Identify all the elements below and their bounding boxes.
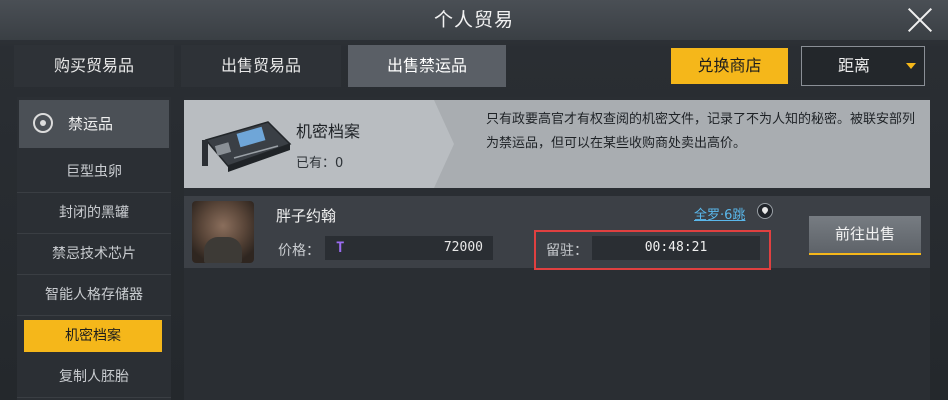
sidebar-item-ai-storage[interactable]: 智能人格存储器 xyxy=(17,275,171,316)
item-info-header: 机密档案 已有：0 xyxy=(184,100,454,188)
item-description: 只有政要高官才有权查阅的机密文件，记录了不为人知的秘密。被联安部列为禁运品，但可… xyxy=(486,112,916,151)
window-title: 个人贸易 xyxy=(433,9,514,31)
sidebar-item-clone-embryo[interactable]: 复制人胚胎 xyxy=(17,357,171,398)
item-info-panel: 机密档案 已有：0 只有政要高官才有权查阅的机密文件，记录了不为人知的秘密。被联… xyxy=(184,100,930,188)
category-sidebar: 禁运品 巨型虫卵 封闭的黑罐 禁忌技术芯片 智能人格存储器 机密档案 复制人胚胎 xyxy=(17,97,171,400)
radiation-icon xyxy=(33,113,53,133)
sort-dropdown[interactable]: 距离 xyxy=(801,46,925,86)
sidebar-item-forbidden-chip[interactable]: 禁忌技术芯片 xyxy=(17,234,171,275)
tab-buy-trade-goods[interactable]: 购买贸易品 xyxy=(14,45,174,87)
sidebar-header-label: 禁运品 xyxy=(68,115,114,133)
circuit-board-icon xyxy=(202,121,292,172)
price-value: 72000 xyxy=(443,240,483,255)
sidebar-item-classified-files[interactable]: 机密档案 xyxy=(24,320,162,352)
stay-time-highlight xyxy=(534,230,771,270)
tab-sell-contraband[interactable]: 出售禁运品 xyxy=(348,45,506,87)
sidebar-item-sealed-black-jar[interactable]: 封闭的黑罐 xyxy=(17,193,171,234)
seller-avatar xyxy=(192,201,254,263)
chevron-down-icon xyxy=(906,63,916,69)
sort-dropdown-label: 距离 xyxy=(838,56,871,75)
exchange-shop-button[interactable]: 兑换商店 xyxy=(671,48,788,84)
price-box: T 72000 xyxy=(325,236,493,260)
price-label: 价格： xyxy=(278,243,320,259)
close-icon[interactable] xyxy=(906,6,934,34)
seller-name: 胖子约翰 xyxy=(276,207,337,225)
go-sell-button[interactable]: 前往出售 xyxy=(809,216,921,255)
sidebar-header-contraband[interactable]: 禁运品 xyxy=(19,100,169,148)
item-owned-count: 已有：0 xyxy=(296,156,344,171)
seller-location-link[interactable]: 全罗·6跳 xyxy=(694,204,745,223)
tab-sell-trade-goods[interactable]: 出售贸易品 xyxy=(181,45,341,87)
item-name: 机密档案 xyxy=(296,122,361,141)
sidebar-item-giant-egg[interactable]: 巨型虫卵 xyxy=(17,152,171,193)
location-pin-icon[interactable] xyxy=(757,203,773,219)
